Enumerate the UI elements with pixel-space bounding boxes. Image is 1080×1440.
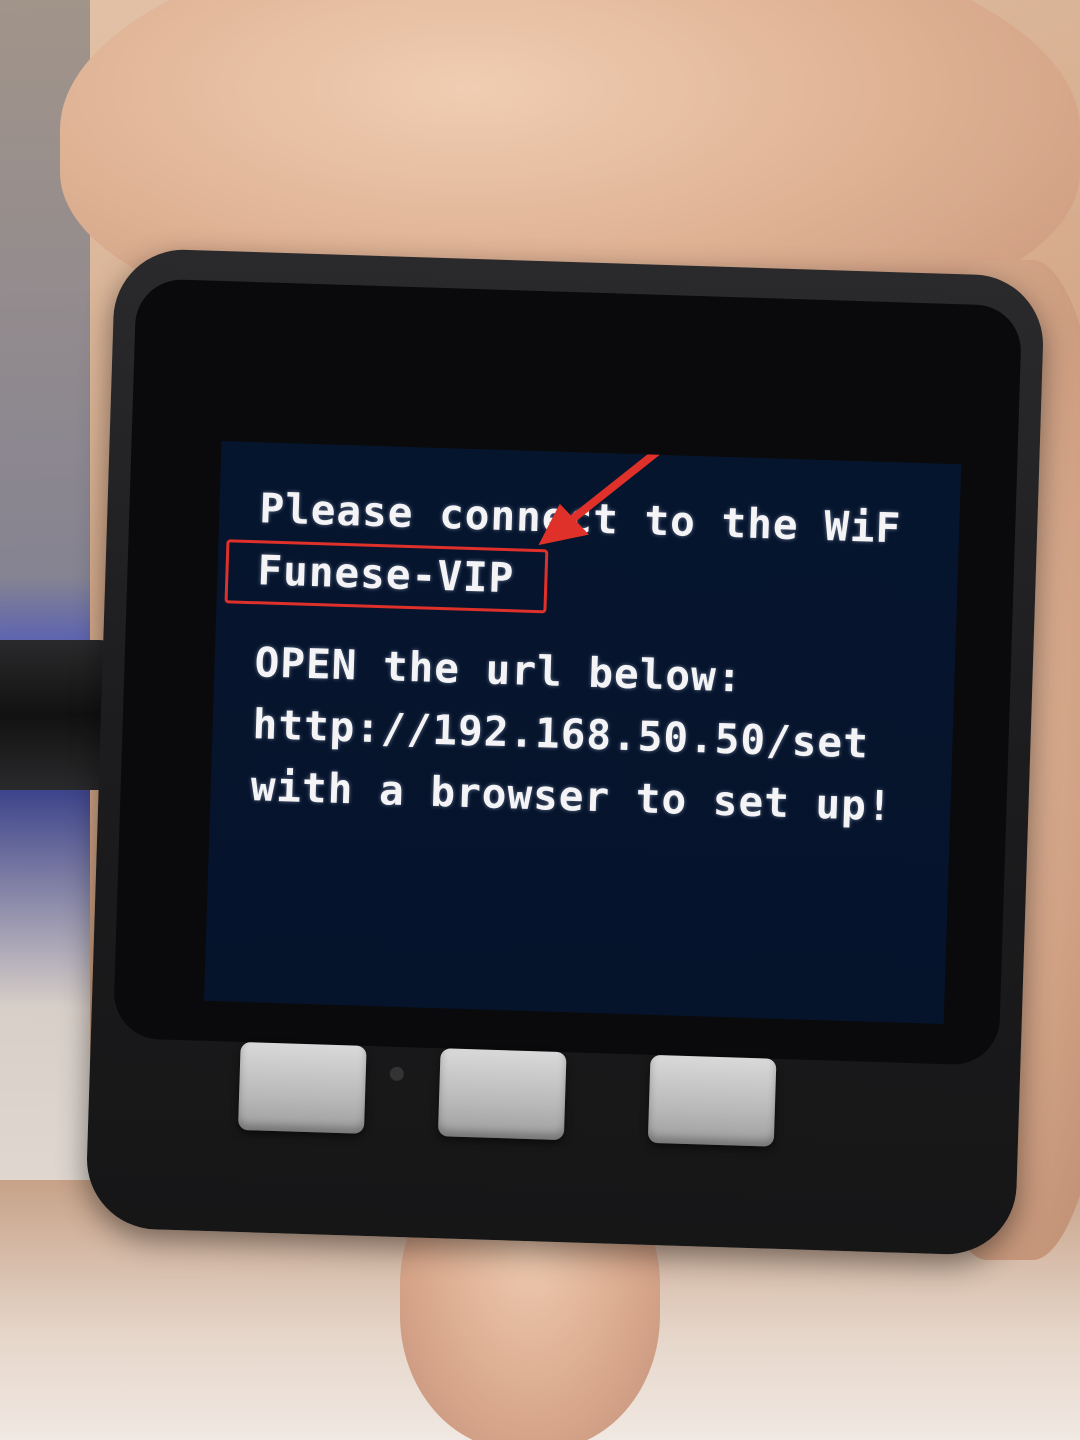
setup-url: http://192.168.50.50/set	[251, 700, 870, 768]
open-url-text: OPEN the url below:	[253, 638, 744, 702]
browser-setup-text: with a browser to set up!	[250, 762, 894, 831]
device-buttons	[237, 1041, 840, 1181]
device-screen: Please connect to the WiF Funese-VIP OPE…	[204, 441, 962, 1025]
photo-scene: Please connect to the WiF Funese-VIP OPE…	[0, 0, 1080, 1440]
device-button-left[interactable]	[237, 1041, 367, 1134]
device-button-middle[interactable]	[437, 1048, 567, 1141]
arrow-icon	[538, 441, 697, 546]
device-bezel: Please connect to the WiF Funese-VIP OPE…	[112, 278, 1023, 1066]
handheld-device: Please connect to the WiF Funese-VIP OPE…	[84, 247, 1046, 1257]
device-button-right[interactable]	[647, 1054, 777, 1147]
led-indicator	[389, 1066, 405, 1082]
ssid-highlight-box	[224, 539, 549, 614]
